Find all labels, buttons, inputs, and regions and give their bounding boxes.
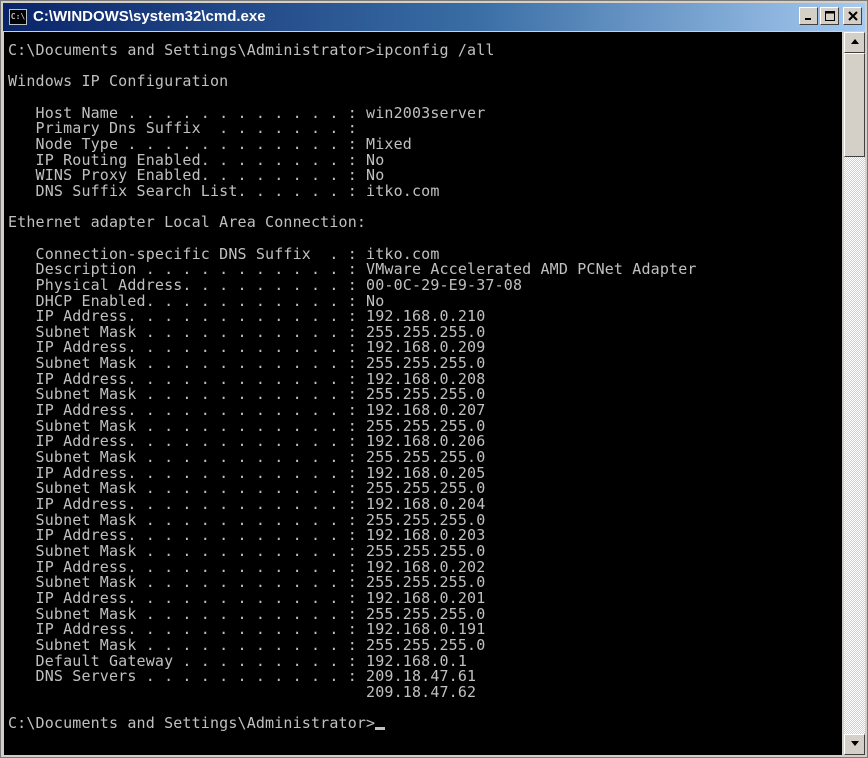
console-line: DNS Suffix Search List. . . . . . : itko… [8,181,440,200]
console-line: 209.18.47.62 [8,682,477,701]
close-button[interactable] [843,7,862,25]
console-output: C:\Documents and Settings\Administrator>… [8,41,697,701]
maximize-button[interactable] [820,7,839,25]
close-icon [847,11,858,21]
scroll-thumb[interactable] [844,53,865,157]
console-line: Ethernet adapter Local Area Connection: [8,213,367,232]
maximize-icon [824,11,835,21]
title-bar[interactable]: C:\ C:\WINDOWS\system32\cmd.exe [3,3,865,31]
console-output-area[interactable]: C:\Documents and Settings\Administrator>… [4,32,842,755]
command-prompt: C:\Documents and Settings\Administrator> [8,714,376,733]
vertical-scrollbar[interactable] [844,32,865,755]
scroll-down-button[interactable] [844,734,865,755]
minimize-icon [805,18,811,20]
cmd-window: C:\ C:\WINDOWS\system32\cmd.exe C:\Docum… [0,0,868,758]
window-title: C:\WINDOWS\system32\cmd.exe [33,8,266,25]
console-line: C:\Documents and Settings\Administrator>… [8,41,495,59]
minimize-button[interactable] [799,7,818,25]
scroll-up-button[interactable] [844,32,865,53]
console-line: Windows IP Configuration [8,72,229,91]
console-text: C:\Documents and Settings\Administrator>… [4,32,842,732]
arrow-down-icon [850,741,859,746]
text-cursor [375,727,386,731]
arrow-up-icon [850,39,859,44]
cmd-console-icon[interactable]: C:\ [9,9,27,25]
